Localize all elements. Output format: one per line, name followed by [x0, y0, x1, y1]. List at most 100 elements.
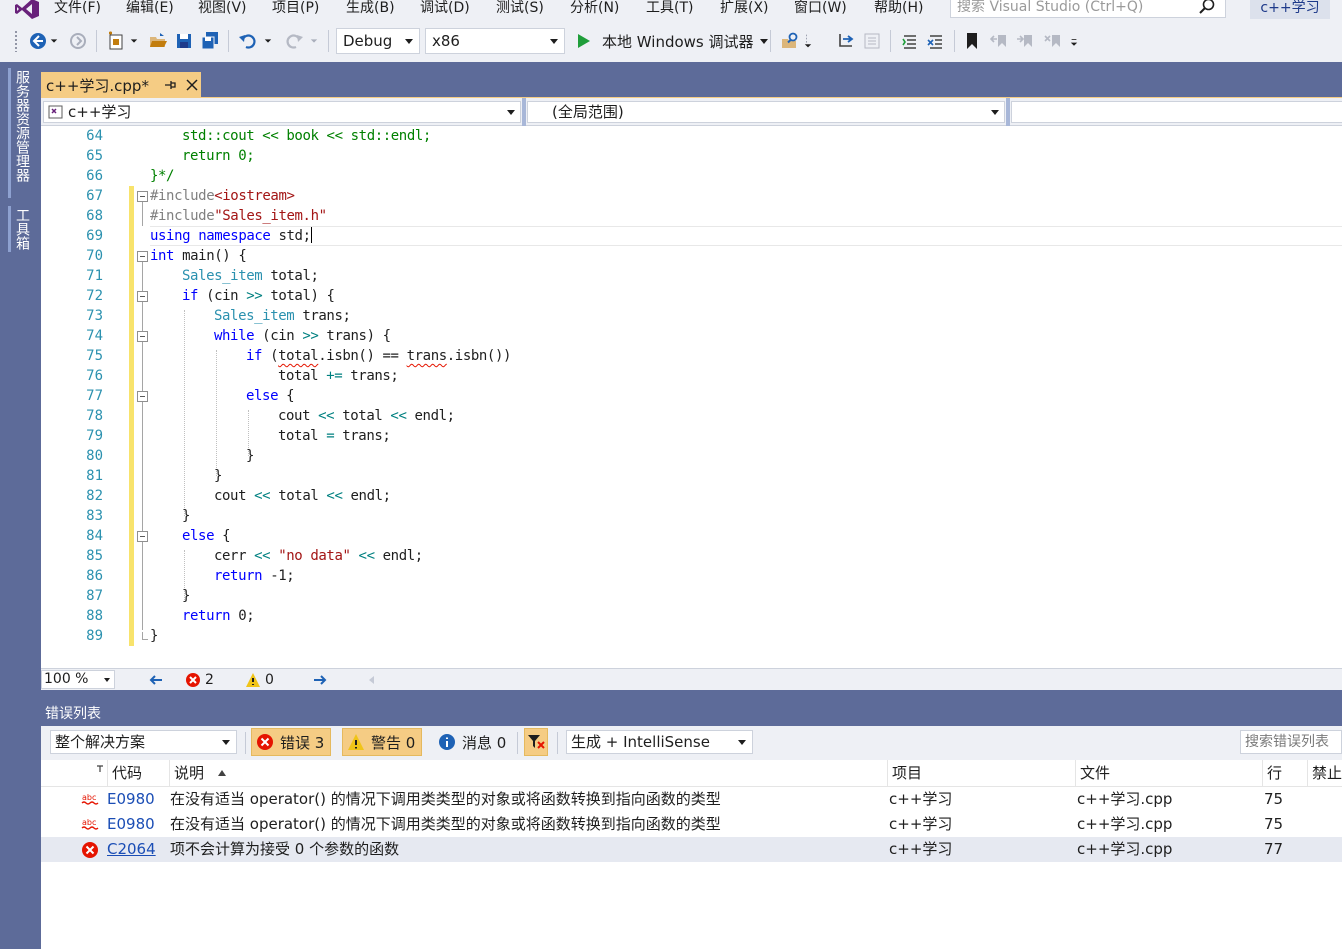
menu-project[interactable]: 项目(P)	[272, 0, 319, 18]
solution-configuration-select[interactable]: Debug	[336, 28, 420, 54]
undo-button[interactable]	[236, 29, 260, 53]
document-tab-active[interactable]: c++学习.cpp*	[41, 72, 201, 98]
error-row-selected[interactable]: C2064 项不会计算为接受 0 个参数的函数 c++学习 c++学习.cpp …	[41, 837, 1342, 862]
error-project: c++学习	[889, 790, 953, 808]
clear-bookmarks-button[interactable]	[1042, 29, 1066, 53]
toolbar-separator	[954, 30, 955, 52]
line-number: 69	[86, 228, 103, 244]
build-filter-toggle[interactable]	[524, 728, 548, 756]
quick-launch-search[interactable]: 搜索 Visual Studio (Ctrl+Q)	[950, 0, 1226, 18]
panel-splitter[interactable]	[41, 690, 1342, 702]
code-editor[interactable]: 64 65 66 67 68 69 70 71 72 73 74 75 76 77 78 79 80 81 82 83…	[41, 126, 1342, 668]
server-explorer-tab[interactable]: 服务器资源管理器	[12, 70, 32, 182]
collapse-button[interactable]	[860, 29, 884, 53]
line-number: 84	[86, 528, 103, 544]
column-header-project[interactable]: 项目	[887, 760, 1075, 787]
navigate-forward-button[interactable]	[66, 29, 90, 53]
line-number: 67	[86, 188, 103, 204]
pin-icon[interactable]	[163, 78, 177, 92]
menu-debug[interactable]: 调试(D)	[420, 0, 470, 18]
search-error-list-input[interactable]: 搜索错误列表	[1240, 730, 1342, 754]
toolbar-overflow[interactable]	[802, 29, 814, 53]
search-icon[interactable]	[1198, 0, 1216, 15]
menu-analyze[interactable]: 分析(N)	[570, 0, 619, 18]
next-bookmark-button[interactable]	[1014, 29, 1038, 53]
save-icon	[177, 34, 191, 48]
new-item-button[interactable]	[104, 29, 128, 53]
column-header-file[interactable]: 文件	[1075, 760, 1262, 787]
toolbar-separator	[96, 30, 97, 52]
error-code[interactable]: E0980	[107, 787, 155, 812]
save-button[interactable]	[172, 29, 196, 53]
find-in-files-button[interactable]	[778, 29, 802, 53]
warning-count-indicator[interactable]: 0	[245, 670, 274, 690]
error-scope-select[interactable]: 整个解决方案	[50, 730, 237, 754]
warnings-filter-toggle[interactable]: 警告 0	[342, 728, 423, 756]
menu-edit[interactable]: 编辑(E)	[126, 0, 174, 18]
error-row[interactable]: abc E0980 在没有适当 operator() 的情况下调用类类型的对象或…	[41, 812, 1342, 837]
menu-extensions[interactable]: 扩展(X)	[720, 0, 769, 18]
menu-test[interactable]: 测试(S)	[496, 0, 544, 18]
collapse-region-icon[interactable]	[137, 331, 148, 342]
next-issue-button[interactable]	[313, 670, 327, 690]
error-squiggle[interactable]: total	[278, 348, 319, 364]
solution-platform-select[interactable]: x86	[425, 28, 565, 54]
toggle-bookmark-button[interactable]	[960, 29, 984, 53]
error-code[interactable]: E0980	[107, 812, 155, 837]
close-icon[interactable]	[185, 78, 199, 92]
redo-button[interactable]	[282, 29, 306, 53]
messages-filter-toggle[interactable]: 消息 0	[433, 728, 513, 756]
collapse-region-icon[interactable]	[137, 531, 148, 542]
back-dropdown[interactable]	[48, 29, 60, 53]
errors-filter-label: 错误 3	[280, 733, 325, 752]
undo-dropdown[interactable]	[262, 29, 274, 53]
toolbox-tab[interactable]: 工具箱	[12, 208, 32, 250]
column-header-line[interactable]: 行	[1262, 760, 1307, 787]
error-source-select[interactable]: 生成 + IntelliSense	[566, 730, 753, 754]
error-squiggle[interactable]: trans	[407, 348, 448, 364]
zoom-level-select[interactable]: 100 %	[41, 670, 115, 689]
column-header-suppress[interactable]: 禁止	[1307, 760, 1342, 787]
error-list-title[interactable]: 错误列表	[41, 702, 1342, 726]
menu-view[interactable]: 视图(V)	[198, 0, 247, 18]
column-header-description[interactable]: 说明	[169, 760, 887, 787]
error-row[interactable]: abc E0980 在没有适当 operator() 的情况下调用类类型的对象或…	[41, 787, 1342, 812]
column-header-icon[interactable]	[75, 760, 107, 787]
scope-dropdown[interactable]: (全局范围)	[527, 101, 1005, 123]
code-token: }	[182, 508, 191, 524]
collapse-region-icon[interactable]	[137, 391, 148, 402]
previous-bookmark-button[interactable]	[988, 29, 1012, 53]
gutter-row: 66	[41, 166, 1342, 186]
menu-tools[interactable]: 工具(T)	[646, 0, 693, 18]
comment-out-button[interactable]	[898, 29, 922, 53]
play-icon	[578, 34, 590, 48]
errors-filter-toggle[interactable]: 错误 3	[251, 728, 332, 756]
open-file-button[interactable]	[146, 29, 170, 53]
toolbar-grip[interactable]	[14, 30, 18, 52]
column-header-code[interactable]: 代码	[107, 760, 169, 787]
previous-issue-button[interactable]	[149, 670, 163, 690]
horizontal-scroll-left[interactable]	[367, 670, 375, 690]
collapse-region-icon[interactable]	[137, 251, 148, 262]
line-number: 82	[86, 488, 103, 504]
project-dropdown[interactable]: c++学习	[43, 101, 521, 123]
new-item-dropdown[interactable]	[128, 29, 140, 53]
toolbar-options-dropdown[interactable]	[1068, 29, 1080, 53]
menu-file[interactable]: 文件(F)	[54, 0, 101, 18]
start-debugging-button[interactable]: 本地 Windows 调试器	[574, 28, 768, 54]
uncomment-button[interactable]	[924, 29, 948, 53]
save-all-button[interactable]	[198, 29, 222, 53]
menu-window[interactable]: 窗口(W)	[794, 0, 847, 18]
member-dropdown[interactable]	[1011, 101, 1342, 123]
solution-name-badge[interactable]: c++学习	[1250, 0, 1330, 19]
menu-help[interactable]: 帮助(H)	[874, 0, 923, 18]
navigate-back-button[interactable]	[26, 29, 50, 53]
error-code[interactable]: C2064	[107, 837, 156, 862]
collapse-region-icon[interactable]	[137, 291, 148, 302]
error-count-indicator[interactable]: 2	[185, 670, 214, 690]
menu-build[interactable]: 生成(B)	[346, 0, 395, 18]
collapse-region-icon[interactable]	[137, 191, 148, 202]
code-token: <<	[254, 548, 271, 564]
redo-dropdown[interactable]	[308, 29, 320, 53]
step-into-button[interactable]	[834, 29, 858, 53]
